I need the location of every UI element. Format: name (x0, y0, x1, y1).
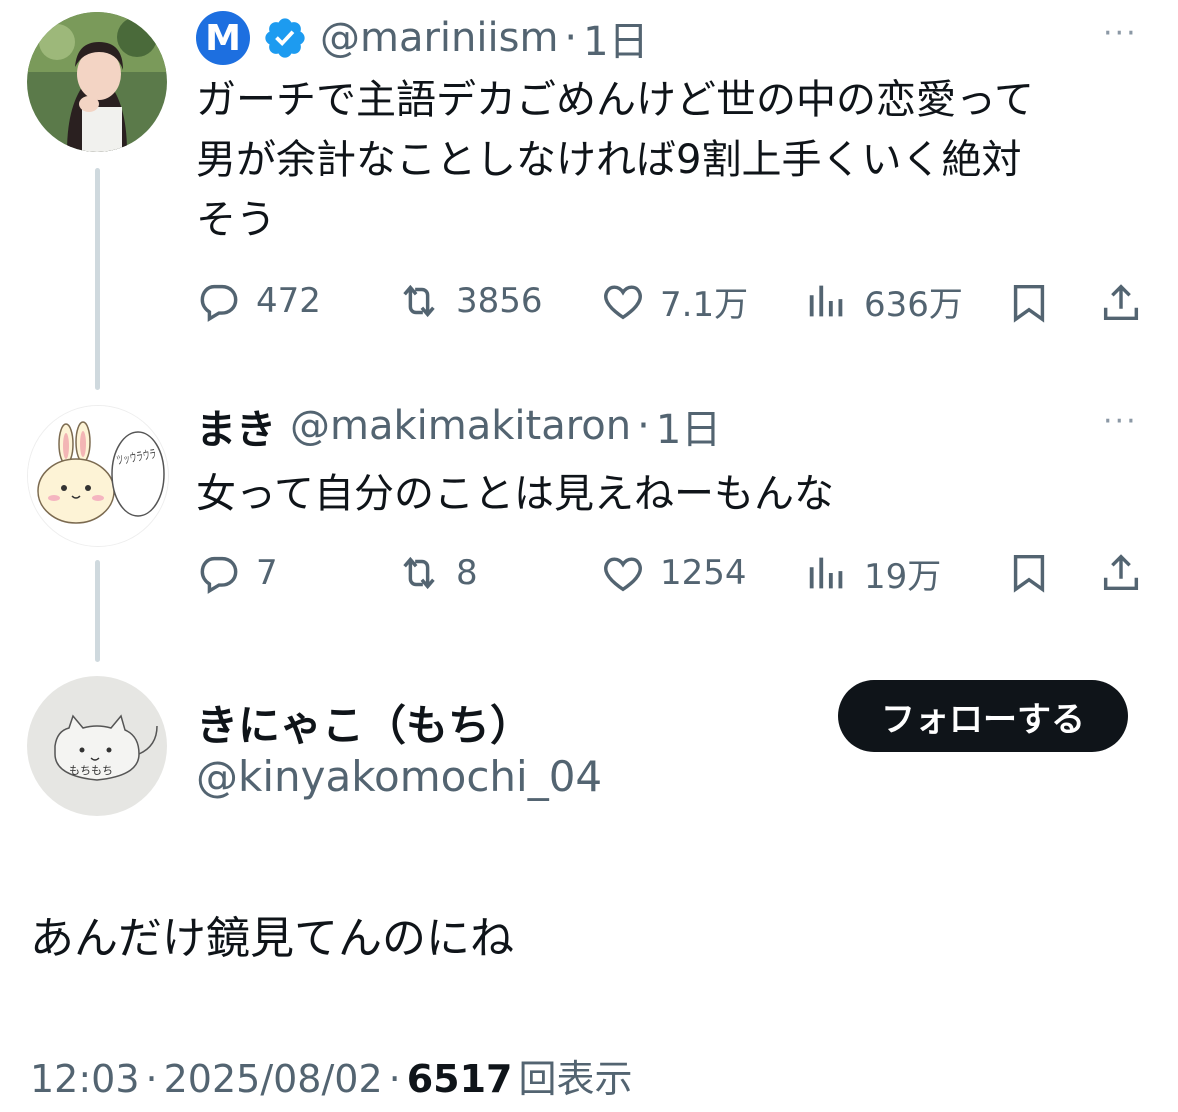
view-count: 6517 (406, 1057, 513, 1101)
like-count: 1254 (660, 553, 747, 593)
views-count: 636万 (864, 284, 963, 325)
avatar-caption: もちもち (69, 764, 113, 777)
retweet-count: 3856 (456, 281, 543, 321)
tweet-header: M @mariniism · 1日 (196, 10, 649, 66)
tweet-text: ガーチで主語デカごめんけど世の中の恋愛って 男が余計なことしなければ9割上手くい… (196, 70, 1156, 250)
retweet-button[interactable]: 8 (396, 548, 478, 598)
follow-button[interactable]: フォローする (838, 680, 1128, 752)
separator: · (564, 15, 578, 61)
tweet-time[interactable]: 1日 (583, 9, 648, 67)
tweet-text-line: 男が余計なことしなければ9割上手くいく絶対 (196, 137, 1022, 183)
views-count: 19万 (864, 556, 942, 597)
tweet-date[interactable]: 2025/08/02 (164, 1057, 383, 1101)
affiliate-badge[interactable]: M (196, 11, 250, 65)
avatar[interactable] (27, 12, 167, 152)
tweet-text: あんだけ鏡見てんのにね (30, 913, 514, 964)
reply-button[interactable]: 7 (196, 548, 278, 598)
tweet-text-line: ガーチで主語デカごめんけど世の中の恋愛って (196, 77, 1034, 123)
share-icon[interactable] (1098, 550, 1144, 596)
reply-count: 472 (256, 281, 321, 321)
reply-button[interactable]: 472 (196, 276, 321, 326)
tweet-text: 女って自分のことは見えねーもんな (196, 471, 834, 517)
separator: · (145, 1057, 158, 1101)
tweet-meta: 12:03 · 2025/08/02 · 6517 回表示 (30, 1048, 633, 1103)
verified-icon (262, 15, 308, 61)
thread-line (95, 560, 100, 662)
like-button[interactable]: 1254 (600, 548, 747, 598)
retweet-icon (403, 284, 435, 318)
retweet-button[interactable]: 3856 (396, 276, 543, 326)
bookmark-icon[interactable] (1006, 550, 1052, 596)
separator: · (637, 403, 650, 449)
heart-icon (604, 557, 642, 592)
author-name[interactable]: きにゃこ（もち） (196, 692, 532, 753)
views-icon (809, 557, 843, 589)
tweet-header: まき @makimakitaron · 1日 (196, 398, 721, 454)
tweet-handle[interactable]: @makimakitaron (290, 403, 631, 449)
more-icon[interactable]: ··· (1103, 16, 1138, 51)
like-button[interactable]: 7.1万 (600, 276, 748, 326)
retweet-icon (403, 556, 435, 590)
bookmark-icon[interactable] (1006, 280, 1052, 326)
author-handle[interactable]: @kinyakomochi_04 (196, 752, 602, 801)
thread-line (95, 168, 100, 390)
avatar[interactable]: もちもち (27, 676, 167, 816)
reply-icon (200, 556, 238, 594)
share-icon[interactable] (1098, 280, 1144, 326)
views-button[interactable]: 636万 (804, 276, 963, 326)
tweet-name[interactable]: まき (196, 397, 276, 455)
separator: · (388, 1057, 401, 1101)
reply-count: 7 (256, 553, 278, 593)
tweet-text-line: そう (196, 197, 276, 243)
like-count: 7.1万 (660, 284, 749, 325)
reply-icon (200, 284, 238, 322)
avatar[interactable]: ツッウラウラ (27, 405, 169, 547)
retweet-count: 8 (456, 553, 478, 593)
views-button[interactable]: 19万 (804, 548, 941, 598)
views-icon (809, 285, 843, 317)
heart-icon (604, 285, 642, 320)
tweet-time[interactable]: 1日 (656, 397, 721, 455)
more-icon[interactable]: ··· (1103, 404, 1138, 439)
view-label: 回表示 (518, 1057, 633, 1101)
tweet-handle[interactable]: @mariniism (320, 15, 558, 61)
tweet-time[interactable]: 12:03 (30, 1057, 140, 1101)
